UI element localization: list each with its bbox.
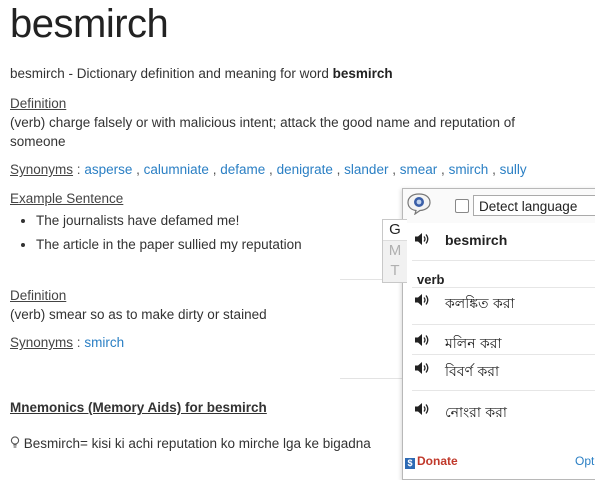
divider — [412, 354, 595, 355]
translator-toolbar: Detect language — [403, 189, 595, 223]
speaker-icon[interactable] — [414, 402, 430, 416]
synonym-link[interactable]: sully — [500, 162, 527, 177]
word-title: besmirch — [10, 2, 169, 46]
tab-google[interactable]: G — [383, 220, 407, 241]
synonym-link[interactable]: defame — [220, 162, 265, 177]
donate-icon: $ — [405, 458, 415, 469]
comma: , — [212, 162, 217, 177]
intro-word: besmirch — [332, 66, 393, 81]
comma: , — [441, 162, 445, 177]
comma: , — [492, 162, 496, 177]
synonym-link[interactable]: smirch — [84, 335, 124, 350]
translator-tabs: G M T — [382, 219, 407, 283]
synonyms-colon: : — [76, 335, 81, 350]
synonyms-colon: : — [76, 162, 81, 177]
translation-item: কলঙ্কিত করা — [445, 296, 515, 312]
comma: , — [392, 162, 396, 177]
definition-label: Definition — [10, 96, 67, 111]
donate-link[interactable]: $ Donate — [405, 454, 458, 469]
speaker-icon[interactable] — [414, 232, 430, 246]
speaker-icon[interactable] — [414, 293, 430, 307]
comma: , — [136, 162, 140, 177]
definition-text: (verb) charge falsely or with malicious … — [10, 115, 516, 149]
translation-item: বিবর্ণ করা — [445, 364, 500, 380]
language-select[interactable]: Detect language — [473, 195, 595, 216]
part-of-speech: verb — [417, 272, 445, 287]
divider — [412, 287, 595, 288]
translator-footer: $ Donate Opt — [405, 454, 595, 469]
checkbox-icon[interactable] — [455, 199, 469, 213]
intro-line: besmirch - Dictionary definition and mea… — [10, 66, 393, 81]
definition-1: Definition (verb) charge falsely or with… — [10, 94, 570, 151]
translator-logo-icon[interactable] — [407, 193, 431, 215]
lightbulb-icon — [10, 436, 20, 448]
translation-item: মলিন করা — [445, 336, 502, 352]
synonyms-1: Synonyms : asperse , calumniate , defame… — [10, 160, 570, 179]
synonym-link[interactable]: smear — [400, 162, 438, 177]
divider — [412, 260, 595, 261]
divider — [412, 390, 595, 391]
translation-item: নোংরা করা — [445, 405, 507, 421]
source-word: besmirch — [445, 232, 508, 248]
options-link[interactable]: Opt — [575, 454, 594, 468]
speaker-icon[interactable] — [414, 333, 430, 347]
comma: , — [336, 162, 341, 177]
speaker-icon[interactable] — [414, 361, 430, 375]
synonym-link[interactable]: slander — [344, 162, 388, 177]
synonyms-label: Synonyms — [10, 162, 74, 177]
synonyms-label: Synonyms — [10, 335, 74, 350]
donate-label: Donate — [417, 454, 458, 468]
mnemonic-text: Besmirch= kisi ki achi reputation ko mir… — [23, 436, 371, 451]
divider — [412, 324, 595, 325]
comma: , — [269, 162, 273, 177]
tab-microsoft[interactable]: M — [383, 241, 407, 261]
synonym-link[interactable]: asperse — [84, 162, 132, 177]
synonym-link[interactable]: smirch — [449, 162, 489, 177]
synonym-link[interactable]: calumniate — [144, 162, 209, 177]
tab-translator[interactable]: T — [383, 261, 407, 281]
synonym-link[interactable]: denigrate — [277, 162, 333, 177]
intro-text: besmirch - Dictionary definition and mea… — [10, 66, 333, 81]
